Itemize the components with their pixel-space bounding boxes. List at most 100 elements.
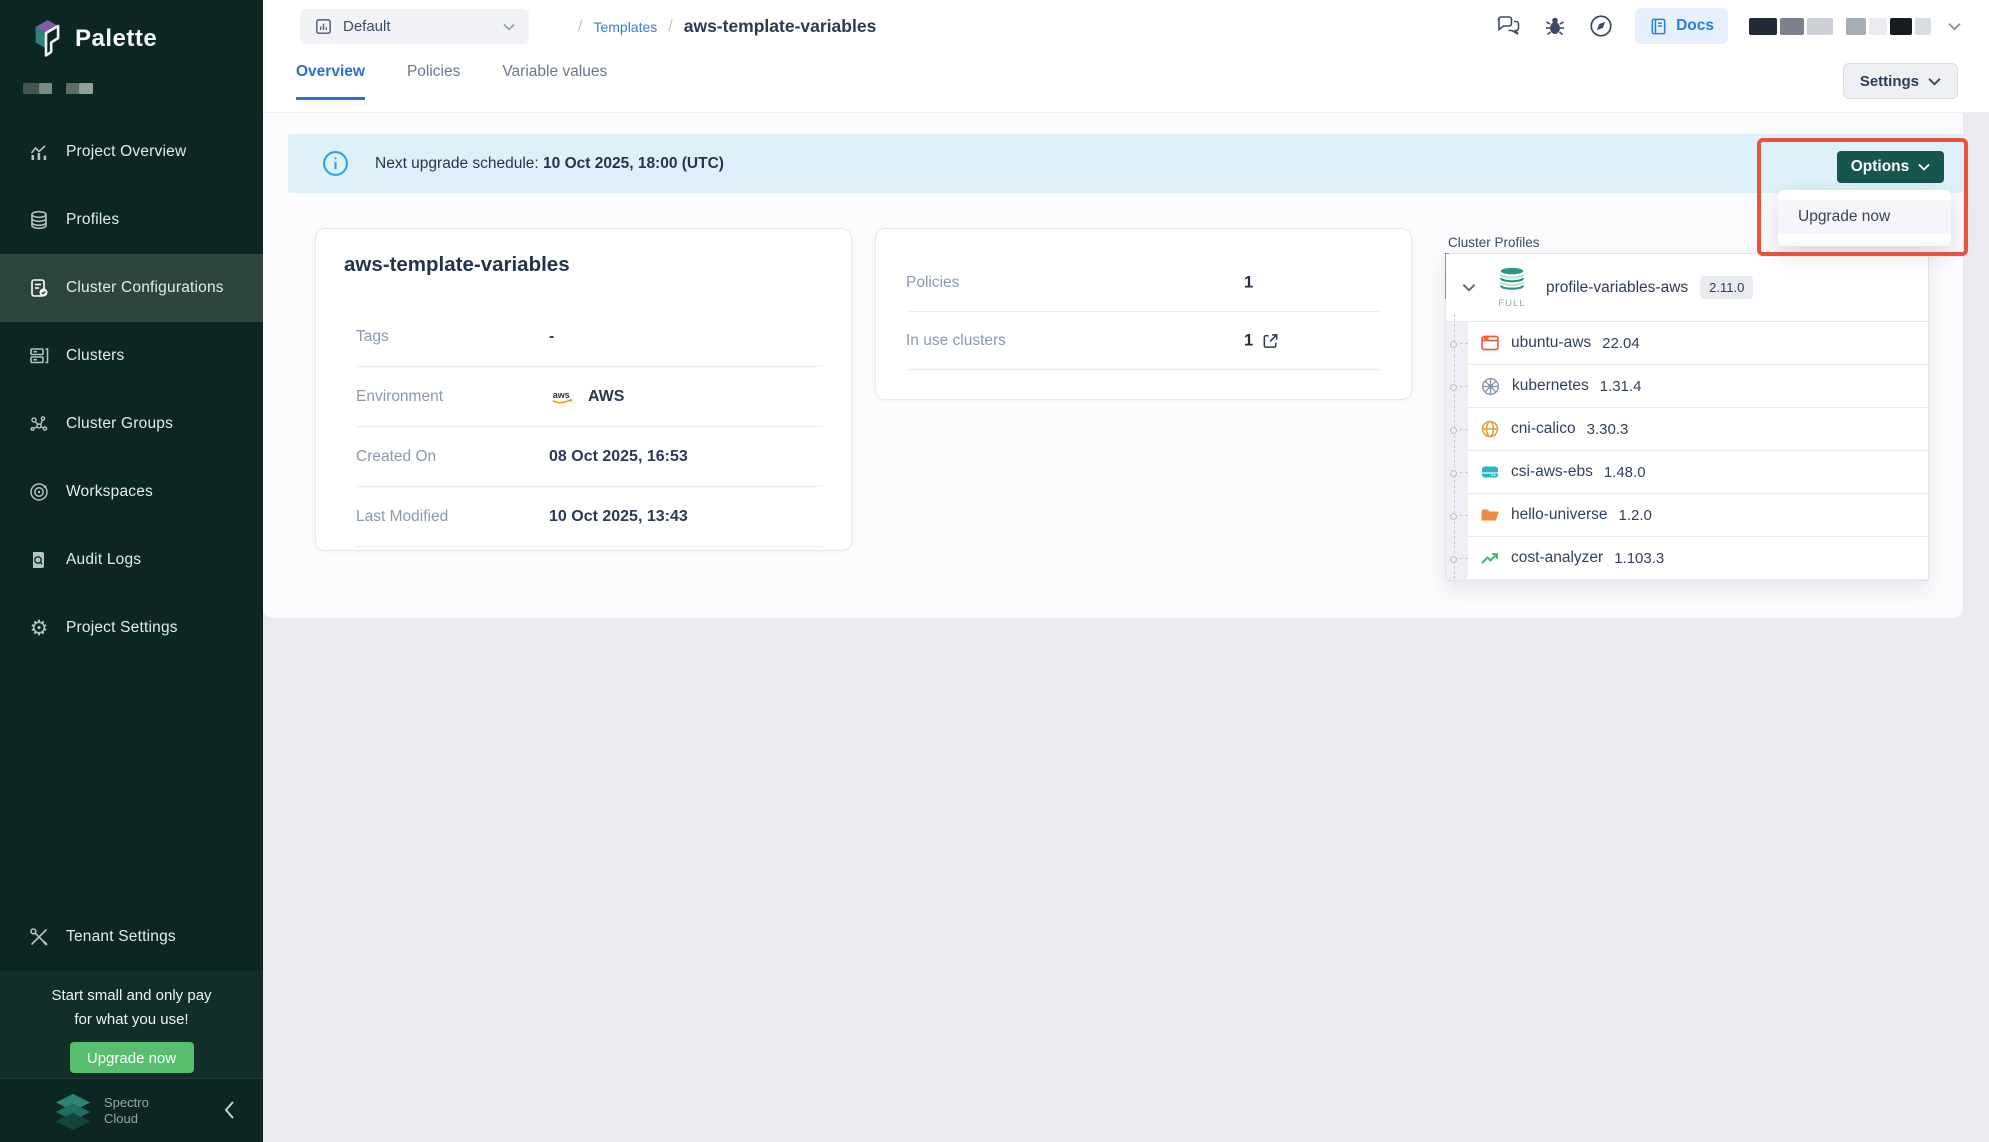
usage-row-policies: Policies 1 (906, 254, 1381, 312)
chevron-down-icon (1928, 77, 1941, 86)
tree-connector (1454, 515, 1468, 516)
options-button[interactable]: Options (1837, 151, 1944, 183)
sidebar-item-workspaces[interactable]: Workspaces (0, 458, 263, 526)
settings-button[interactable]: Settings (1843, 63, 1958, 99)
options-dropdown: Upgrade now (1778, 190, 1951, 246)
tree-connector (1454, 386, 1468, 387)
project-selector[interactable]: Default (300, 9, 529, 44)
detail-row-last-modified: Last Modified 10 Oct 2025, 13:43 (356, 487, 823, 547)
sidebar-item-label: Audit Logs (66, 551, 141, 569)
chevron-down-icon (1948, 22, 1961, 31)
sidebar-item-cluster-groups[interactable]: Cluster Groups (0, 390, 263, 458)
usage-row-in-use-clusters: In use clusters 1 (906, 312, 1381, 370)
layer-name: cost-analyzer (1511, 549, 1603, 567)
profile-type-label: FULL (1490, 298, 1534, 309)
usage-card: Policies 1 In use clusters 1 (875, 228, 1412, 400)
layer-version: 1.48.0 (1604, 464, 1646, 481)
layer-version: 1.31.4 (1600, 378, 1642, 395)
sidebar-item-project-settings[interactable]: ⚙ Project Settings (0, 594, 263, 662)
detail-label: Created On (356, 448, 549, 466)
sidebar-item-label: Project Settings (66, 619, 178, 637)
footer-brand-line1: Spectro (104, 1095, 149, 1111)
collapse-sidebar-icon[interactable] (224, 1101, 235, 1124)
svg-text:aws: aws (553, 389, 570, 399)
sidebar-item-label: Clusters (66, 347, 124, 365)
brand: Palette (27, 16, 157, 62)
chat-icon[interactable] (1495, 14, 1522, 38)
banner-text: Next upgrade schedule: 10 Oct 2025, 18:0… (375, 155, 724, 173)
sidebar-footer: Spectro Cloud (0, 1078, 263, 1142)
layer-row-ubuntu-aws[interactable]: ubuntu-aws 22.04 (1468, 322, 1928, 365)
tree-connector (1454, 343, 1468, 344)
sidebar-item-label: Cluster Configurations (66, 279, 224, 297)
chart-icon (28, 141, 50, 163)
sidebar-item-tenant-settings[interactable]: Tenant Settings (0, 903, 263, 971)
aws-logo-icon: aws (549, 387, 579, 407)
banner-datetime: 10 Oct 2025, 18:00 (UTC) (543, 155, 724, 172)
project-scope-icon (314, 17, 333, 36)
chevron-down-icon (503, 23, 515, 31)
footer-brand-line2: Cloud (104, 1111, 149, 1127)
detail-row-environment: Environment aws AWS (356, 367, 823, 427)
folder-icon (1480, 505, 1500, 525)
upgrade-promo: Start small and only pay for what you us… (0, 971, 263, 1078)
database-stack-icon (28, 209, 50, 231)
docs-label: Docs (1676, 17, 1714, 35)
doc-check-icon (28, 277, 50, 299)
user-menu[interactable] (1749, 18, 1961, 35)
detail-row-tags: Tags - (356, 307, 823, 367)
compass-icon[interactable] (1588, 13, 1614, 39)
layer-row-csi-aws-ebs[interactable]: csi-aws-ebs 1.48.0 (1468, 451, 1928, 494)
header-actions: Docs (1495, 7, 1961, 45)
footer-brand: Spectro Cloud (104, 1095, 149, 1127)
servers-icon (28, 345, 50, 367)
layer-version: 1.103.3 (1614, 550, 1664, 567)
sidebar-item-audit-logs[interactable]: Audit Logs (0, 526, 263, 594)
promo-text-line1: Start small and only pay (0, 984, 263, 1008)
os-icon (1480, 333, 1500, 353)
layer-row-hello-universe[interactable]: hello-universe 1.2.0 (1468, 494, 1928, 537)
docs-button[interactable]: Docs (1635, 8, 1728, 44)
breadcrumb-current: aws-template-variables (684, 16, 877, 37)
detail-label: Tags (356, 328, 549, 346)
tools-icon (28, 926, 50, 948)
cluster-profile-header[interactable]: FULL profile-variables-aws 2.11.0 (1446, 254, 1928, 322)
page-tabs: Overview Policies Variable values (296, 63, 607, 100)
chevron-down-icon (1462, 283, 1476, 292)
tab-overview[interactable]: Overview (296, 63, 365, 100)
sidebar-item-cluster-configurations[interactable]: Cluster Configurations (0, 254, 263, 322)
top-header: Default / Templates / aws-template-varia… (263, 0, 1989, 113)
upgrade-now-menu-item[interactable]: Upgrade now (1778, 200, 1951, 234)
detail-label: Environment (356, 388, 549, 406)
external-link-icon[interactable] (1261, 331, 1280, 350)
usage-label: In use clusters (906, 332, 1006, 350)
layer-name: hello-universe (1511, 506, 1608, 524)
usage-label: Policies (906, 274, 959, 292)
usage-value: 1 (1244, 273, 1253, 292)
sidebar-item-project-overview[interactable]: Project Overview (0, 118, 263, 186)
info-icon (322, 150, 349, 177)
kubernetes-icon (1480, 376, 1501, 397)
tab-policies[interactable]: Policies (407, 63, 460, 100)
layer-row-kubernetes[interactable]: kubernetes 1.31.4 (1468, 365, 1928, 408)
layer-name: kubernetes (1512, 377, 1589, 395)
sidebar-item-profiles[interactable]: Profiles (0, 186, 263, 254)
sidebar-item-label: Workspaces (66, 483, 153, 501)
cluster-profiles-panel: FULL profile-variables-aws 2.11.0 ubuntu… (1445, 253, 1929, 581)
layer-row-cost-analyzer[interactable]: cost-analyzer 1.103.3 (1468, 537, 1928, 580)
breadcrumb-separator: / (668, 18, 672, 36)
profile-name: profile-variables-aws (1546, 279, 1688, 297)
palette-logo-icon (27, 16, 65, 62)
banner-text-prefix: Next upgrade schedule: (375, 155, 543, 172)
bug-report-icon[interactable] (1543, 14, 1567, 38)
project-selector-value: Default (343, 18, 503, 35)
sidebar-item-label: Project Overview (66, 143, 186, 161)
gear-icon: ⚙ (28, 617, 50, 639)
sidebar-item-clusters[interactable]: Clusters (0, 322, 263, 390)
layer-row-cni-calico[interactable]: cni-calico 3.30.3 (1468, 408, 1928, 451)
profile-version-badge: 2.11.0 (1700, 276, 1753, 299)
sidebar-upgrade-button[interactable]: Upgrade now (70, 1042, 194, 1073)
tab-variable-values[interactable]: Variable values (502, 63, 607, 100)
breadcrumb-link-templates[interactable]: Templates (593, 19, 657, 35)
brand-name: Palette (75, 25, 157, 53)
